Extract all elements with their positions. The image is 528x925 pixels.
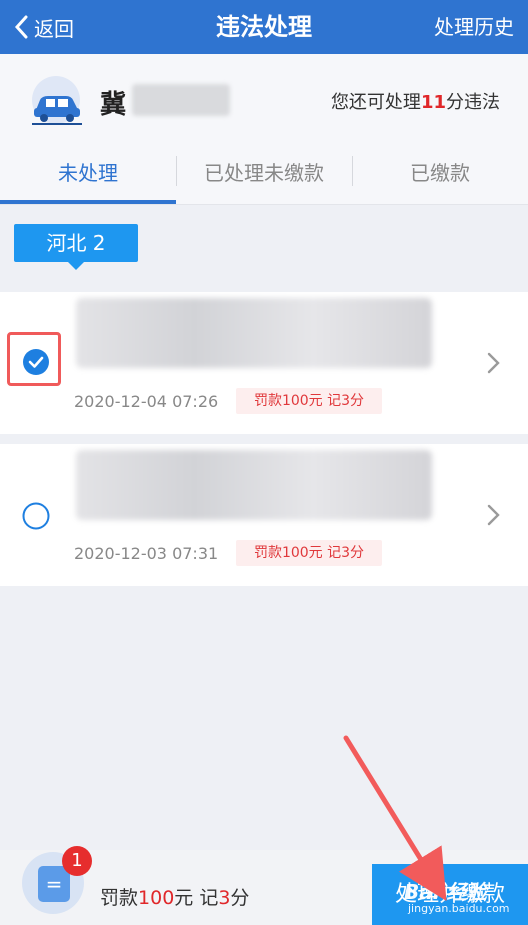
remaining-points: 11 bbox=[420, 92, 446, 113]
violation-details-redacted bbox=[76, 450, 432, 520]
selected-count-badge: 1 bbox=[62, 846, 92, 876]
tab-processed-unpaid[interactable]: 已处理未缴款 bbox=[176, 150, 352, 204]
top-bar: 返回 违法处理 处理历史 bbox=[0, 0, 528, 54]
remaining-prefix: 您还可处理 bbox=[330, 92, 421, 113]
plate-number-redacted bbox=[132, 84, 230, 116]
chevron-right-icon bbox=[487, 504, 500, 526]
violation-details-redacted bbox=[76, 298, 432, 368]
remaining-points-text: 您还可处理11分违法 bbox=[331, 88, 500, 114]
back-label: 返回 bbox=[34, 16, 74, 41]
chevron-right-icon bbox=[487, 352, 500, 374]
violation-item[interactable]: 2020-12-04 07:26 罚款100元 记3分 bbox=[0, 292, 528, 434]
sum-mid: 元 记 bbox=[174, 887, 219, 909]
checkbox-unchecked-icon[interactable] bbox=[22, 502, 50, 530]
tab-paid[interactable]: 已缴款 bbox=[352, 150, 528, 204]
active-tab-indicator bbox=[0, 200, 176, 204]
sum-prefix: 罚款 bbox=[100, 887, 139, 909]
watermark-url: jingyan.baidu.com bbox=[408, 902, 510, 915]
tab-divider bbox=[352, 156, 353, 186]
fine-badge: 罚款100元 记3分 bbox=[236, 540, 382, 566]
car-icon bbox=[32, 76, 82, 125]
chevron-left-icon bbox=[14, 15, 28, 39]
remaining-suffix: 分违法 bbox=[446, 92, 500, 113]
total-summary: 罚款100元 记3分 bbox=[100, 883, 249, 910]
watermark-brand: Bai 经验 bbox=[404, 880, 487, 904]
fine-badge: 罚款100元 记3分 bbox=[236, 388, 382, 414]
baidu-watermark: Bai 经验 jingyan.baidu.com bbox=[398, 872, 528, 920]
tab-divider bbox=[176, 156, 177, 186]
tab-bar: 未处理 已处理未缴款 已缴款 bbox=[0, 150, 528, 205]
region-tag[interactable]: 河北 2 bbox=[14, 224, 138, 270]
sum-amount: 100 bbox=[138, 887, 175, 909]
tab-unprocessed[interactable]: 未处理 bbox=[0, 150, 176, 204]
vehicle-info: 冀 您还可处理11分违法 bbox=[0, 54, 528, 150]
back-button[interactable]: 返回 bbox=[14, 0, 74, 54]
violation-date: 2020-12-04 07:26 bbox=[74, 392, 219, 411]
violation-date: 2020-12-03 07:31 bbox=[74, 544, 219, 563]
plate-prefix: 冀 bbox=[100, 90, 127, 120]
history-button[interactable]: 处理历史 bbox=[434, 0, 514, 54]
sum-suffix: 分 bbox=[230, 887, 250, 909]
sum-points: 3 bbox=[218, 887, 231, 909]
checkbox-checked-icon[interactable] bbox=[22, 348, 50, 376]
violation-item[interactable]: 2020-12-03 07:31 罚款100元 记3分 bbox=[0, 444, 528, 586]
